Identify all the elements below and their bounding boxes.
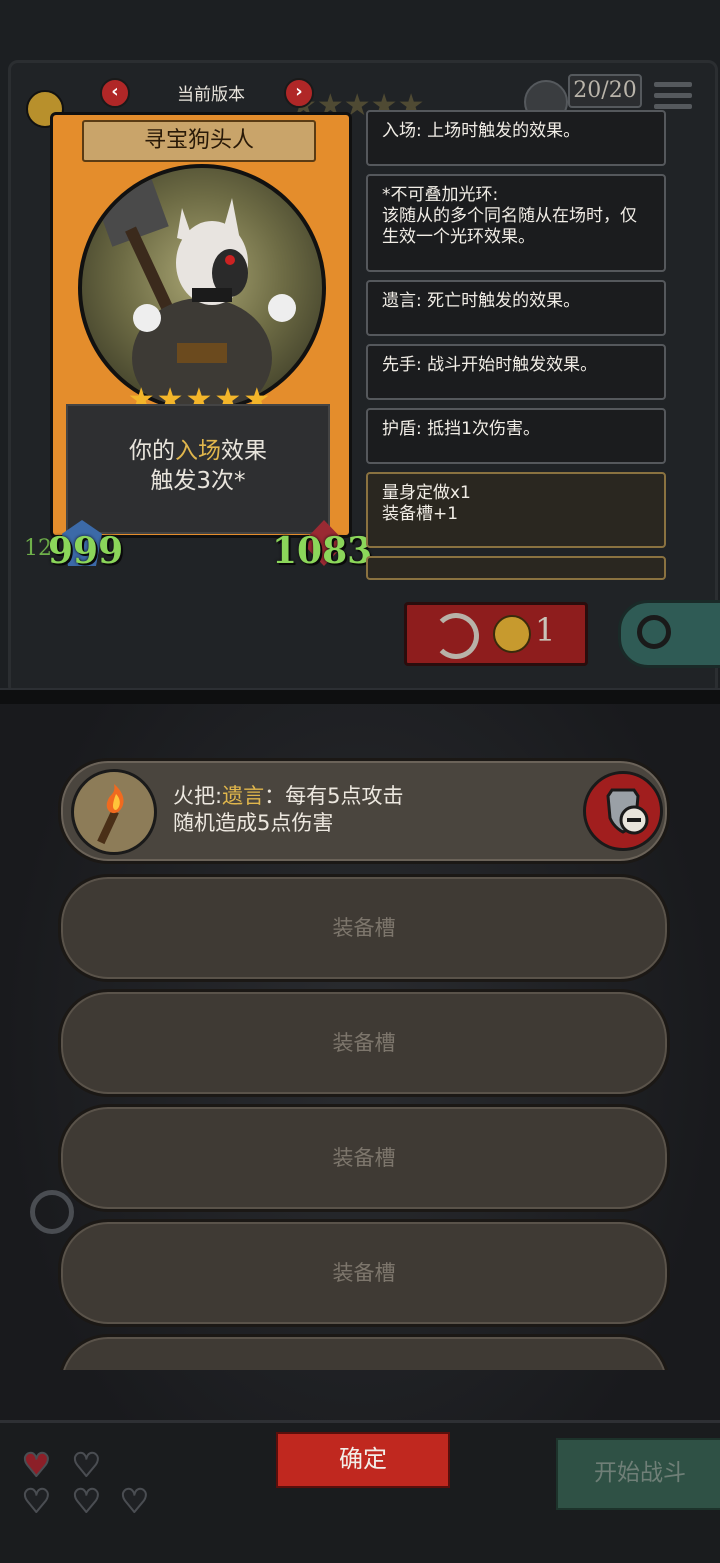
equipment-list: 火把:遗言：每有5点攻击 随机造成5点伤害 装备槽 装备槽 装备槽 装备槽	[40, 750, 680, 1370]
tooltip-tailor-made: 量身定做x1 装备槽+1	[366, 472, 666, 548]
equipment-slot-partial[interactable]	[58, 1334, 670, 1370]
tooltip-deathrattle: 遗言: 死亡时触发的效果。	[366, 280, 666, 336]
refresh-button[interactable]: 1	[404, 602, 588, 666]
effect-prefix: 你的	[129, 438, 175, 464]
board-count: 20/20	[568, 74, 642, 108]
torch-icon	[71, 769, 157, 855]
version-bar: ‹ 当前版本 ›	[96, 76, 318, 110]
start-battle-button[interactable]: 开始战斗	[556, 1438, 720, 1510]
refresh-icon	[433, 613, 479, 659]
effect-keyword: 入场	[175, 438, 221, 464]
tooltip-shield: 护盾: 抵挡1次伤害。	[366, 408, 666, 464]
card-portrait	[78, 164, 326, 412]
equipment-slot-empty[interactable]: 装备槽	[58, 1219, 670, 1327]
unequip-button[interactable]	[583, 771, 663, 851]
tooltip-aura: *不可叠加光环: 该随从的多个同名随从在场时，仅生效一个光环效果。	[366, 174, 666, 272]
effect-line2: 触发3次*	[150, 468, 246, 494]
card-name: 寻宝狗头人	[82, 120, 316, 162]
tooltip-battlecry: 入场: 上场时触发的效果。	[366, 110, 666, 166]
equipment-slot-empty[interactable]: 装备槽	[58, 874, 670, 982]
tooltip-partial	[366, 556, 666, 580]
kobold-dog-icon	[95, 179, 296, 408]
equipment-slot-empty[interactable]: 装备槽	[58, 989, 670, 1097]
heart-icon: ♥	[71, 1481, 102, 1521]
equipment-name: 火把	[173, 784, 215, 808]
heart-icon: ♥	[21, 1445, 52, 1485]
equipment-slot-torch[interactable]: 火把:遗言：每有5点攻击 随机造成5点伤害	[58, 758, 670, 864]
equipment-line2: 随机造成5点伤害	[173, 811, 334, 835]
chevron-right-icon[interactable]: ›	[284, 78, 314, 108]
refresh-cost: 1	[535, 611, 556, 649]
effect-suffix: 效果	[221, 438, 267, 464]
equipment-slot-empty[interactable]: 装备槽	[58, 1104, 670, 1212]
card-effect-text: 你的入场效果 触发3次*	[66, 404, 330, 534]
coin-icon	[493, 615, 531, 653]
torch-description: 火把:遗言：每有5点攻击 随机造成5点伤害	[173, 784, 404, 835]
attack-value: 999	[48, 530, 124, 572]
heart-icon: ♥	[21, 1481, 52, 1521]
minion-card: 寻宝狗头人 ★★★★★ 你的入场效果 触发3次* 12 999 1083	[24, 112, 372, 582]
shield-minus-icon	[606, 788, 649, 835]
version-label: 当前版本	[177, 85, 245, 105]
confirm-button[interactable]: 确定	[276, 1432, 450, 1488]
chevron-left-icon[interactable]: ‹	[100, 78, 130, 108]
heart-icon: ♥	[119, 1481, 150, 1521]
heart-icon: ♥	[71, 1445, 102, 1485]
search-icon	[637, 615, 671, 649]
tooltip-first-strike: 先手: 战斗开始时触发效果。	[366, 344, 666, 400]
inspect-icon[interactable]	[30, 1190, 74, 1234]
equipment-keyword: 遗言	[222, 784, 265, 808]
search-button[interactable]	[618, 600, 720, 668]
equipment-line1: ：每有5点攻击	[264, 784, 404, 808]
